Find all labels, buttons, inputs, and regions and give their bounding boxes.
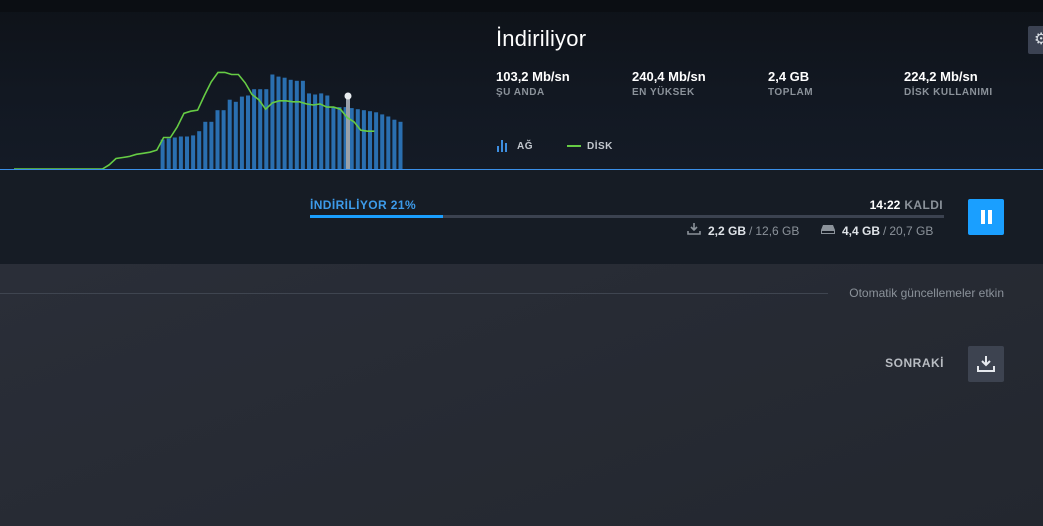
network-bar bbox=[166, 138, 171, 169]
pause-icon-bar bbox=[980, 210, 985, 224]
stat-total-label: TOPLAM bbox=[768, 87, 814, 98]
download-done: 2,2 GB bbox=[708, 223, 747, 238]
network-bar bbox=[355, 109, 360, 169]
network-bar bbox=[191, 135, 196, 169]
download-status-label: İNDİRİLİYOR 21% bbox=[310, 198, 417, 212]
network-bar bbox=[276, 76, 281, 169]
network-bar bbox=[239, 96, 244, 169]
gear-icon[interactable]: ⚙ bbox=[1028, 26, 1043, 54]
stat-disk-value: 224,2 Mb/sn bbox=[904, 69, 978, 84]
network-bar bbox=[197, 131, 202, 169]
stat-current: 103,2 Mb/sn ŞU ANDA bbox=[496, 69, 570, 98]
progress-bar bbox=[310, 215, 944, 218]
next-section-label: SONRAKİ bbox=[885, 356, 944, 370]
network-bar bbox=[380, 114, 385, 169]
network-bar bbox=[215, 110, 220, 169]
network-bar bbox=[337, 107, 342, 169]
download-total: 12,6 GB bbox=[755, 223, 800, 238]
network-bar bbox=[282, 77, 287, 169]
active-download: İNDİRİLİYOR 21% 14:22 KALDI 2,2 GB / 12,6… bbox=[0, 170, 1043, 264]
stat-peak-label: EN YÜKSEK bbox=[632, 87, 695, 98]
network-bar bbox=[374, 112, 379, 169]
bandwidth-graph bbox=[14, 71, 403, 169]
auto-updates-status: Otomatik güncellemeler etkin bbox=[849, 286, 1004, 300]
network-bar bbox=[288, 79, 293, 169]
legend-disk-label: DİSK bbox=[587, 140, 613, 152]
network-bar bbox=[264, 89, 269, 169]
time-remaining: 14:22 KALDI bbox=[870, 198, 943, 212]
network-legend-icon bbox=[497, 140, 511, 152]
disk-size: 4,4 GB / 20,7 GB bbox=[820, 222, 933, 239]
stat-current-value: 103,2 Mb/sn bbox=[496, 69, 570, 84]
download-separator: / bbox=[749, 223, 753, 238]
download-icon bbox=[686, 222, 702, 239]
network-bar bbox=[246, 95, 250, 169]
network-bar bbox=[178, 136, 183, 169]
network-bar bbox=[300, 80, 305, 169]
network-bar bbox=[361, 110, 366, 169]
network-bar bbox=[185, 136, 189, 169]
stat-total-value: 2,4 GB bbox=[768, 69, 810, 84]
network-bar bbox=[368, 111, 372, 169]
network-bar bbox=[172, 137, 177, 169]
disk-legend-icon bbox=[567, 145, 581, 147]
network-bar bbox=[331, 107, 336, 169]
time-remaining-suffix: KALDI bbox=[904, 198, 943, 212]
download-header: İndiriliyor 103,2 Mb/sn ŞU ANDA 240,4 Mb… bbox=[0, 0, 1043, 170]
network-bar bbox=[294, 80, 299, 169]
network-bar bbox=[233, 101, 238, 169]
network-bar bbox=[221, 110, 226, 169]
network-bar bbox=[349, 108, 354, 169]
top-strip bbox=[0, 0, 1043, 12]
download-button[interactable] bbox=[968, 346, 1004, 382]
network-bar bbox=[270, 74, 275, 169]
progress-bar-fill bbox=[310, 215, 444, 218]
graph-cursor bbox=[346, 96, 350, 169]
graph-legend: AĞ DİSK bbox=[497, 140, 613, 152]
network-bar bbox=[209, 121, 214, 169]
network-bar bbox=[203, 121, 208, 169]
network-bar bbox=[252, 89, 257, 169]
network-bar bbox=[398, 121, 403, 169]
legend-network-label: AĞ bbox=[517, 140, 533, 152]
divider bbox=[0, 293, 828, 294]
download-queue: Otomatik güncellemeler etkin SONRAKİ bbox=[0, 264, 1043, 526]
disk-icon bbox=[820, 222, 836, 239]
download-icon bbox=[977, 356, 995, 372]
download-size: 2,2 GB / 12,6 GB bbox=[686, 222, 799, 239]
pause-icon-bar bbox=[987, 210, 992, 224]
disk-done: 4,4 GB bbox=[842, 223, 881, 238]
disk-total: 20,7 GB bbox=[889, 223, 934, 238]
graph-cursor-dot bbox=[344, 92, 352, 100]
downloads-page: İndiriliyor 103,2 Mb/sn ŞU ANDA 240,4 Mb… bbox=[0, 0, 1043, 526]
stat-disk: 224,2 Mb/sn DİSK KULLANIMI bbox=[904, 69, 993, 98]
network-bar bbox=[227, 99, 232, 169]
stat-disk-label: DİSK KULLANIMI bbox=[904, 87, 993, 98]
time-remaining-value: 14:22 bbox=[869, 198, 901, 212]
network-bar bbox=[392, 119, 397, 169]
stat-total: 2,4 GB TOPLAM bbox=[768, 69, 813, 98]
pause-button[interactable] bbox=[968, 199, 1004, 235]
stat-peak: 240,4 Mb/sn EN YÜKSEK bbox=[632, 69, 706, 98]
network-bar bbox=[160, 139, 165, 169]
network-bar bbox=[386, 116, 391, 169]
disk-separator: / bbox=[883, 223, 887, 238]
stat-peak-value: 240,4 Mb/sn bbox=[632, 69, 706, 84]
page-title: İndiriliyor bbox=[496, 26, 587, 51]
stat-current-label: ŞU ANDA bbox=[496, 87, 545, 98]
